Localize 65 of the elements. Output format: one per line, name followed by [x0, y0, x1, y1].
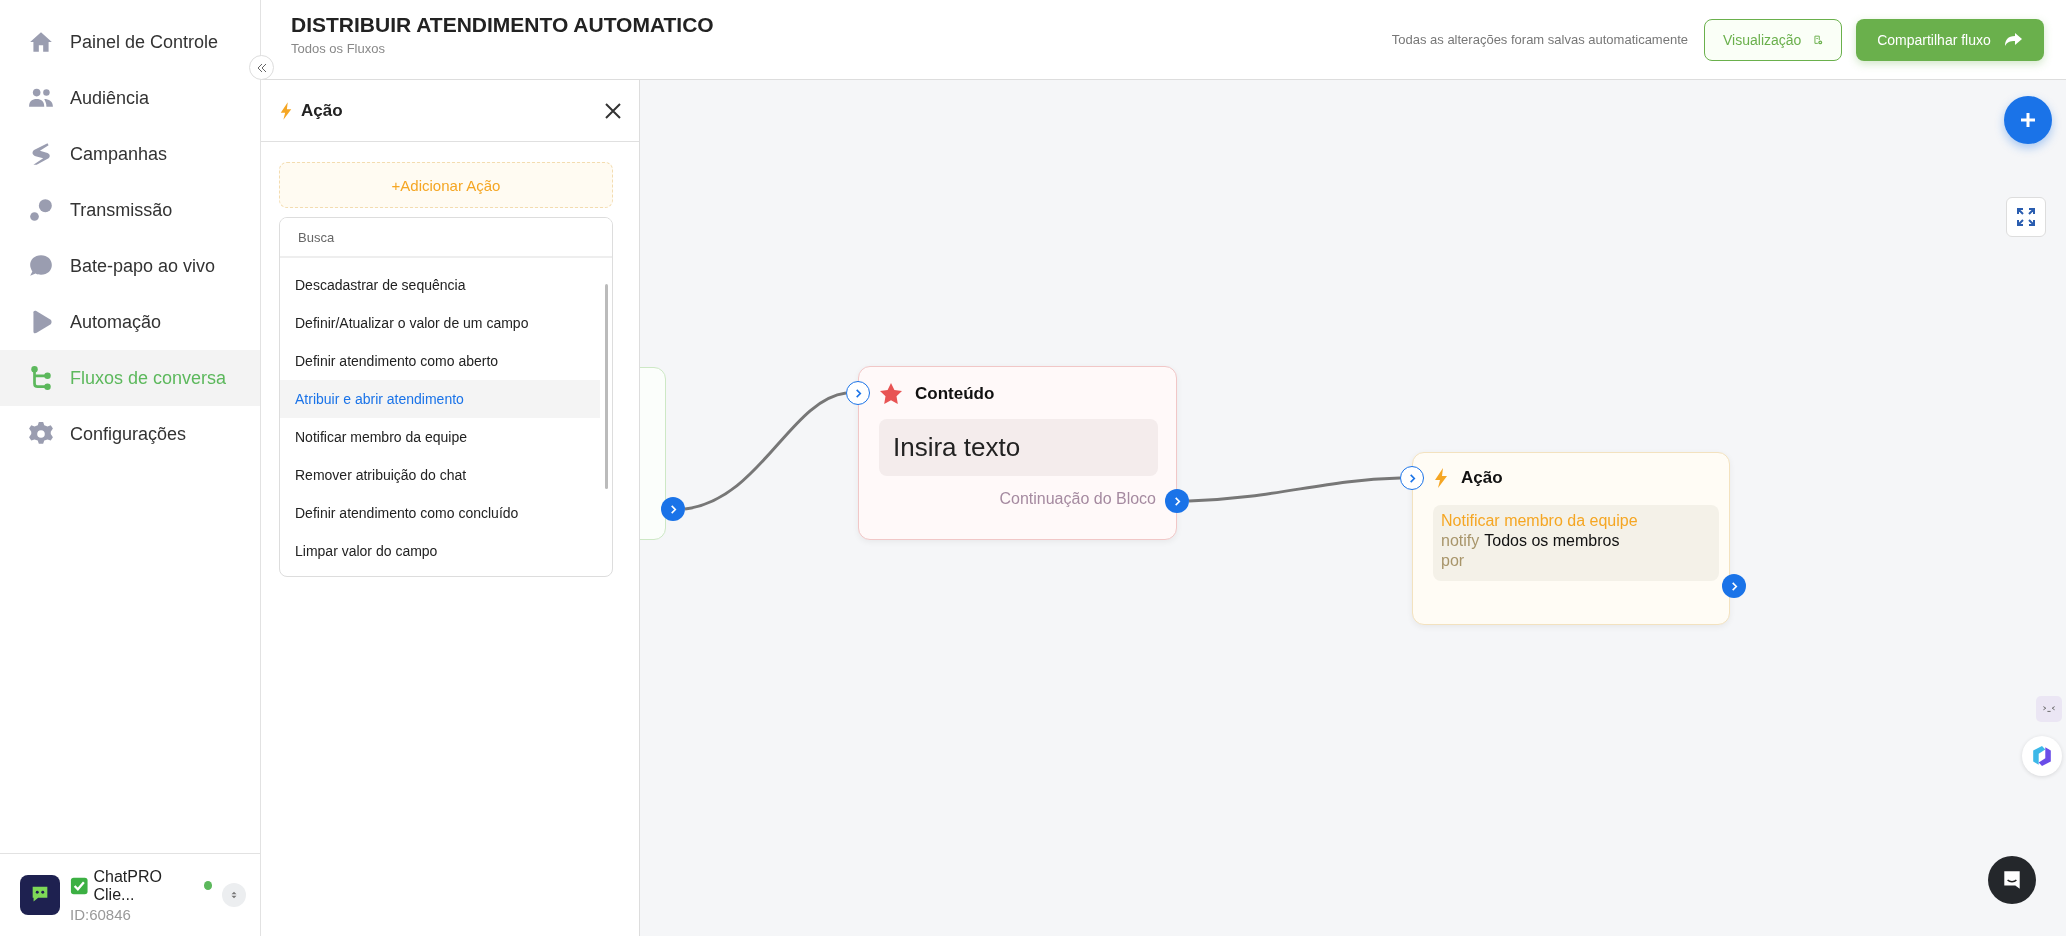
double-chevron-left-icon [255, 61, 268, 74]
breadcrumb-link[interactable]: Todos os Fluxos [291, 41, 1378, 56]
gear-icon [28, 421, 54, 447]
chevron-right-icon [1172, 496, 1182, 506]
action-option[interactable]: Limpar valor do campo [280, 532, 600, 570]
hexagon-logo-button[interactable] [2022, 736, 2062, 776]
action-option[interactable]: Descadastrar de sequência [280, 266, 600, 304]
sidebar-item[interactable]: Automação [0, 294, 260, 350]
chevron-right-icon [1407, 473, 1417, 483]
node-title: Ação [1461, 468, 1503, 488]
fullscreen-button[interactable] [2006, 197, 2046, 237]
face-icon [2041, 703, 2057, 715]
message-text-field[interactable]: Insira texto [879, 419, 1158, 476]
sidebar-item[interactable]: Painel de Controle [0, 14, 260, 70]
content-node[interactable]: Conteúdo Insira texto Continuação do Bloco [858, 366, 1177, 540]
search-field[interactable]: Busca [280, 218, 612, 258]
plus-icon [2018, 110, 2038, 130]
chevron-right-icon [1729, 581, 1739, 591]
close-icon [603, 100, 623, 121]
action-by-label: por [1441, 551, 1466, 571]
panel-title: Ação [301, 100, 344, 121]
action-option[interactable]: Definir atendimento como concluído [280, 494, 600, 532]
output-port[interactable] [661, 497, 685, 521]
sidebar-item[interactable]: Bate-papo ao vivo [0, 238, 260, 294]
expand-icon [2016, 207, 2036, 227]
output-port[interactable] [1722, 574, 1746, 598]
action-node[interactable]: Ação Notificar membro da equipe notify Todos os membros por [1412, 452, 1730, 625]
add-button[interactable] [2004, 96, 2052, 144]
lightning-icon [1433, 467, 1449, 489]
flow-branch-icon [28, 365, 54, 391]
chevron-right-icon [853, 388, 863, 398]
check-mark-icon [70, 875, 89, 896]
sidebar-item[interactable]: Transmissão [0, 182, 260, 238]
output-port[interactable] [1165, 489, 1189, 513]
action-option[interactable]: Notificar membro da equipe [280, 418, 600, 456]
account-name: ChatPRO Clie... [93, 867, 163, 904]
action-name: Notificar membro da equipe [1441, 511, 1639, 531]
chat-bubble-icon [2001, 869, 2023, 891]
sidebar-item[interactable]: Audiência [0, 70, 260, 126]
action-option[interactable]: Definir/Atualizar o valor de um campo [280, 304, 600, 342]
speech-bubble-icon [28, 253, 54, 279]
continuation-label: Continuação do Bloco [998, 490, 1157, 508]
flow-title: DISTRIBUIR ATENDIMENTO AUTOMATICO [291, 13, 715, 37]
chevron-right-icon [668, 504, 678, 514]
action-option[interactable]: Atribuir e abrir atendimento [280, 380, 600, 418]
dots-icon [28, 197, 54, 223]
action-verb: notify [1441, 531, 1480, 551]
sidebar-item[interactable]: Configurações [0, 406, 260, 462]
close-button[interactable] [603, 100, 623, 121]
action-target: Todos os membros [1484, 531, 1620, 551]
save-status-text: Todas as alterações foram salvas automaticamente [1391, 32, 1688, 47]
input-port[interactable] [1400, 466, 1424, 490]
action-option[interactable]: Definir atendimento como aberto [280, 342, 600, 380]
hexagon-logo-icon [2031, 745, 2053, 767]
up-down-icon [229, 890, 239, 900]
chat-button[interactable] [1988, 856, 2036, 904]
node-title: Conteúdo [915, 384, 995, 404]
scrollbar[interactable] [605, 284, 608, 489]
star-icon [879, 382, 903, 406]
lightning-icon [279, 100, 293, 121]
sidebar-item[interactable]: Campanhas [0, 126, 260, 182]
account-id: ID:60846 [70, 905, 132, 923]
input-port[interactable] [846, 381, 870, 405]
account-switch-button[interactable] [222, 883, 246, 907]
action-option[interactable]: Remover atribuição do chat [280, 456, 600, 494]
